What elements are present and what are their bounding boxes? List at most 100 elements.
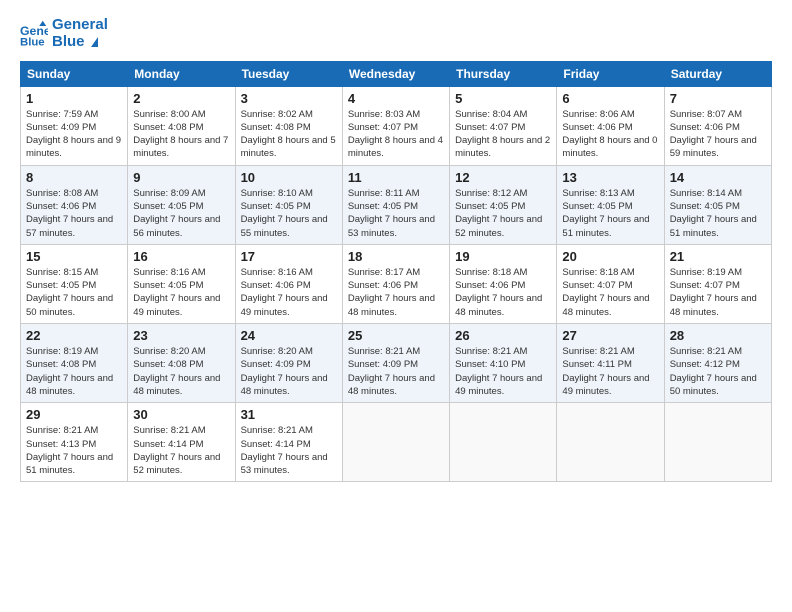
day-detail: Sunrise: 8:08 AMSunset: 4:06 PMDaylight … <box>26 187 122 240</box>
calendar-cell: 21Sunrise: 8:19 AMSunset: 4:07 PMDayligh… <box>664 244 771 323</box>
day-detail: Sunrise: 8:18 AMSunset: 4:06 PMDaylight … <box>455 266 551 319</box>
calendar-cell <box>450 403 557 482</box>
weekday-header-sunday: Sunday <box>21 61 128 86</box>
day-number: 19 <box>455 249 551 264</box>
day-detail: Sunrise: 8:21 AMSunset: 4:11 PMDaylight … <box>562 345 658 398</box>
logo-general: General <box>52 16 108 33</box>
day-detail: Sunrise: 8:18 AMSunset: 4:07 PMDaylight … <box>562 266 658 319</box>
day-detail: Sunrise: 8:17 AMSunset: 4:06 PMDaylight … <box>348 266 444 319</box>
svg-text:Blue: Blue <box>20 37 45 48</box>
calendar-cell: 13 Sunrise: 8:13 AMSunset: 4:05 PMDayligh… <box>557 165 664 244</box>
calendar-cell: 15 Sunrise: 8:15 AMSunset: 4:05 PMDayligh… <box>21 244 128 323</box>
calendar-cell: 2Sunrise: 8:00 AMSunset: 4:08 PMDaylight… <box>128 86 235 165</box>
day-detail: Sunrise: 8:06 AMSunset: 4:06 PMDaylight … <box>562 108 658 161</box>
day-number: 10 <box>241 170 337 185</box>
day-detail: Sunrise: 8:15 AMSunset: 4:05 PMDaylight … <box>26 266 122 319</box>
day-detail: Sunrise: 8:21 AMSunset: 4:13 PMDaylight … <box>26 424 122 477</box>
calendar-cell: 1Sunrise: 7:59 AMSunset: 4:09 PMDaylight… <box>21 86 128 165</box>
day-detail: Sunrise: 8:13 AMSunset: 4:05 PMDaylight … <box>562 187 658 240</box>
day-detail: Sunrise: 8:04 AMSunset: 4:07 PMDaylight … <box>455 108 551 161</box>
calendar-week-3: 15 Sunrise: 8:15 AMSunset: 4:05 PMDayligh… <box>21 244 772 323</box>
calendar-cell: 3 Sunrise: 8:02 AMSunset: 4:08 PMDaylight… <box>235 86 342 165</box>
day-detail: Sunrise: 8:20 AMSunset: 4:08 PMDaylight … <box>133 345 229 398</box>
calendar-cell: 16 Sunrise: 8:16 AMSunset: 4:05 PMDayligh… <box>128 244 235 323</box>
day-number: 6 <box>562 91 658 106</box>
calendar-cell: 7 Sunrise: 8:07 AMSunset: 4:06 PMDaylight… <box>664 86 771 165</box>
day-number: 9 <box>133 170 229 185</box>
day-number: 30 <box>133 407 229 422</box>
weekday-header-saturday: Saturday <box>664 61 771 86</box>
calendar-cell: 6 Sunrise: 8:06 AMSunset: 4:06 PMDaylight… <box>557 86 664 165</box>
day-number: 31 <box>241 407 337 422</box>
logo: General Blue General Blue <box>20 16 108 51</box>
day-number: 2 <box>133 91 229 106</box>
day-detail: Sunrise: 8:03 AMSunset: 4:07 PMDaylight … <box>348 108 444 161</box>
day-number: 7 <box>670 91 766 106</box>
day-detail: Sunrise: 8:07 AMSunset: 4:06 PMDaylight … <box>670 108 766 161</box>
day-number: 16 <box>133 249 229 264</box>
day-number: 24 <box>241 328 337 343</box>
calendar-cell: 18 Sunrise: 8:17 AMSunset: 4:06 PMDayligh… <box>342 244 449 323</box>
day-detail: Sunrise: 8:11 AMSunset: 4:05 PMDaylight … <box>348 187 444 240</box>
day-number: 29 <box>26 407 122 422</box>
weekday-header-thursday: Thursday <box>450 61 557 86</box>
day-number: 21 <box>670 249 766 264</box>
day-number: 25 <box>348 328 444 343</box>
day-detail: Sunrise: 8:09 AMSunset: 4:05 PMDaylight … <box>133 187 229 240</box>
weekday-header-tuesday: Tuesday <box>235 61 342 86</box>
calendar-cell: 14Sunrise: 8:14 AMSunset: 4:05 PMDayligh… <box>664 165 771 244</box>
calendar-cell: 30 Sunrise: 8:21 AMSunset: 4:14 PMDayligh… <box>128 403 235 482</box>
day-detail: Sunrise: 8:16 AMSunset: 4:05 PMDaylight … <box>133 266 229 319</box>
calendar-cell: 27 Sunrise: 8:21 AMSunset: 4:11 PMDayligh… <box>557 324 664 403</box>
day-number: 27 <box>562 328 658 343</box>
day-detail: Sunrise: 8:21 AMSunset: 4:14 PMDaylight … <box>241 424 337 477</box>
calendar-cell: 26 Sunrise: 8:21 AMSunset: 4:10 PMDayligh… <box>450 324 557 403</box>
day-detail: Sunrise: 7:59 AMSunset: 4:09 PMDaylight … <box>26 108 122 161</box>
calendar-cell: 12Sunrise: 8:12 AMSunset: 4:05 PMDayligh… <box>450 165 557 244</box>
day-number: 8 <box>26 170 122 185</box>
day-number: 13 <box>562 170 658 185</box>
day-detail: Sunrise: 8:12 AMSunset: 4:05 PMDaylight … <box>455 187 551 240</box>
header: General Blue General Blue <box>20 16 772 51</box>
day-detail: Sunrise: 8:10 AMSunset: 4:05 PMDaylight … <box>241 187 337 240</box>
day-number: 23 <box>133 328 229 343</box>
calendar-cell: 28 Sunrise: 8:21 AMSunset: 4:12 PMDayligh… <box>664 324 771 403</box>
calendar-week-5: 29 Sunrise: 8:21 AMSunset: 4:13 PMDayligh… <box>21 403 772 482</box>
calendar-cell: 17 Sunrise: 8:16 AMSunset: 4:06 PMDayligh… <box>235 244 342 323</box>
weekday-header-row: SundayMondayTuesdayWednesdayThursdayFrid… <box>21 61 772 86</box>
calendar-cell: 10 Sunrise: 8:10 AMSunset: 4:05 PMDayligh… <box>235 165 342 244</box>
calendar-cell <box>664 403 771 482</box>
day-detail: Sunrise: 8:21 AMSunset: 4:12 PMDaylight … <box>670 345 766 398</box>
day-number: 28 <box>670 328 766 343</box>
day-detail: Sunrise: 8:02 AMSunset: 4:08 PMDaylight … <box>241 108 337 161</box>
calendar-cell: 11 Sunrise: 8:11 AMSunset: 4:05 PMDayligh… <box>342 165 449 244</box>
calendar-week-4: 22Sunrise: 8:19 AMSunset: 4:08 PMDayligh… <box>21 324 772 403</box>
page: General Blue General Blue SundayMondayTu… <box>0 0 792 612</box>
day-number: 15 <box>26 249 122 264</box>
day-number: 17 <box>241 249 337 264</box>
day-number: 14 <box>670 170 766 185</box>
calendar-cell: 25 Sunrise: 8:21 AMSunset: 4:09 PMDayligh… <box>342 324 449 403</box>
day-number: 4 <box>348 91 444 106</box>
calendar-cell <box>342 403 449 482</box>
day-number: 26 <box>455 328 551 343</box>
day-number: 11 <box>348 170 444 185</box>
weekday-header-monday: Monday <box>128 61 235 86</box>
logo-blue: Blue <box>52 33 108 50</box>
day-detail: Sunrise: 8:21 AMSunset: 4:10 PMDaylight … <box>455 345 551 398</box>
weekday-header-friday: Friday <box>557 61 664 86</box>
calendar-week-2: 8 Sunrise: 8:08 AMSunset: 4:06 PMDaylight… <box>21 165 772 244</box>
day-detail: Sunrise: 8:21 AMSunset: 4:09 PMDaylight … <box>348 345 444 398</box>
calendar-cell: 8 Sunrise: 8:08 AMSunset: 4:06 PMDaylight… <box>21 165 128 244</box>
day-detail: Sunrise: 8:16 AMSunset: 4:06 PMDaylight … <box>241 266 337 319</box>
day-number: 3 <box>241 91 337 106</box>
calendar-cell <box>557 403 664 482</box>
day-detail: Sunrise: 8:21 AMSunset: 4:14 PMDaylight … <box>133 424 229 477</box>
calendar-table: SundayMondayTuesdayWednesdayThursdayFrid… <box>20 61 772 483</box>
calendar-cell: 23 Sunrise: 8:20 AMSunset: 4:08 PMDayligh… <box>128 324 235 403</box>
day-number: 18 <box>348 249 444 264</box>
day-number: 22 <box>26 328 122 343</box>
calendar-cell: 29 Sunrise: 8:21 AMSunset: 4:13 PMDayligh… <box>21 403 128 482</box>
calendar-cell: 9 Sunrise: 8:09 AMSunset: 4:05 PMDaylight… <box>128 165 235 244</box>
calendar-cell: 22Sunrise: 8:19 AMSunset: 4:08 PMDayligh… <box>21 324 128 403</box>
